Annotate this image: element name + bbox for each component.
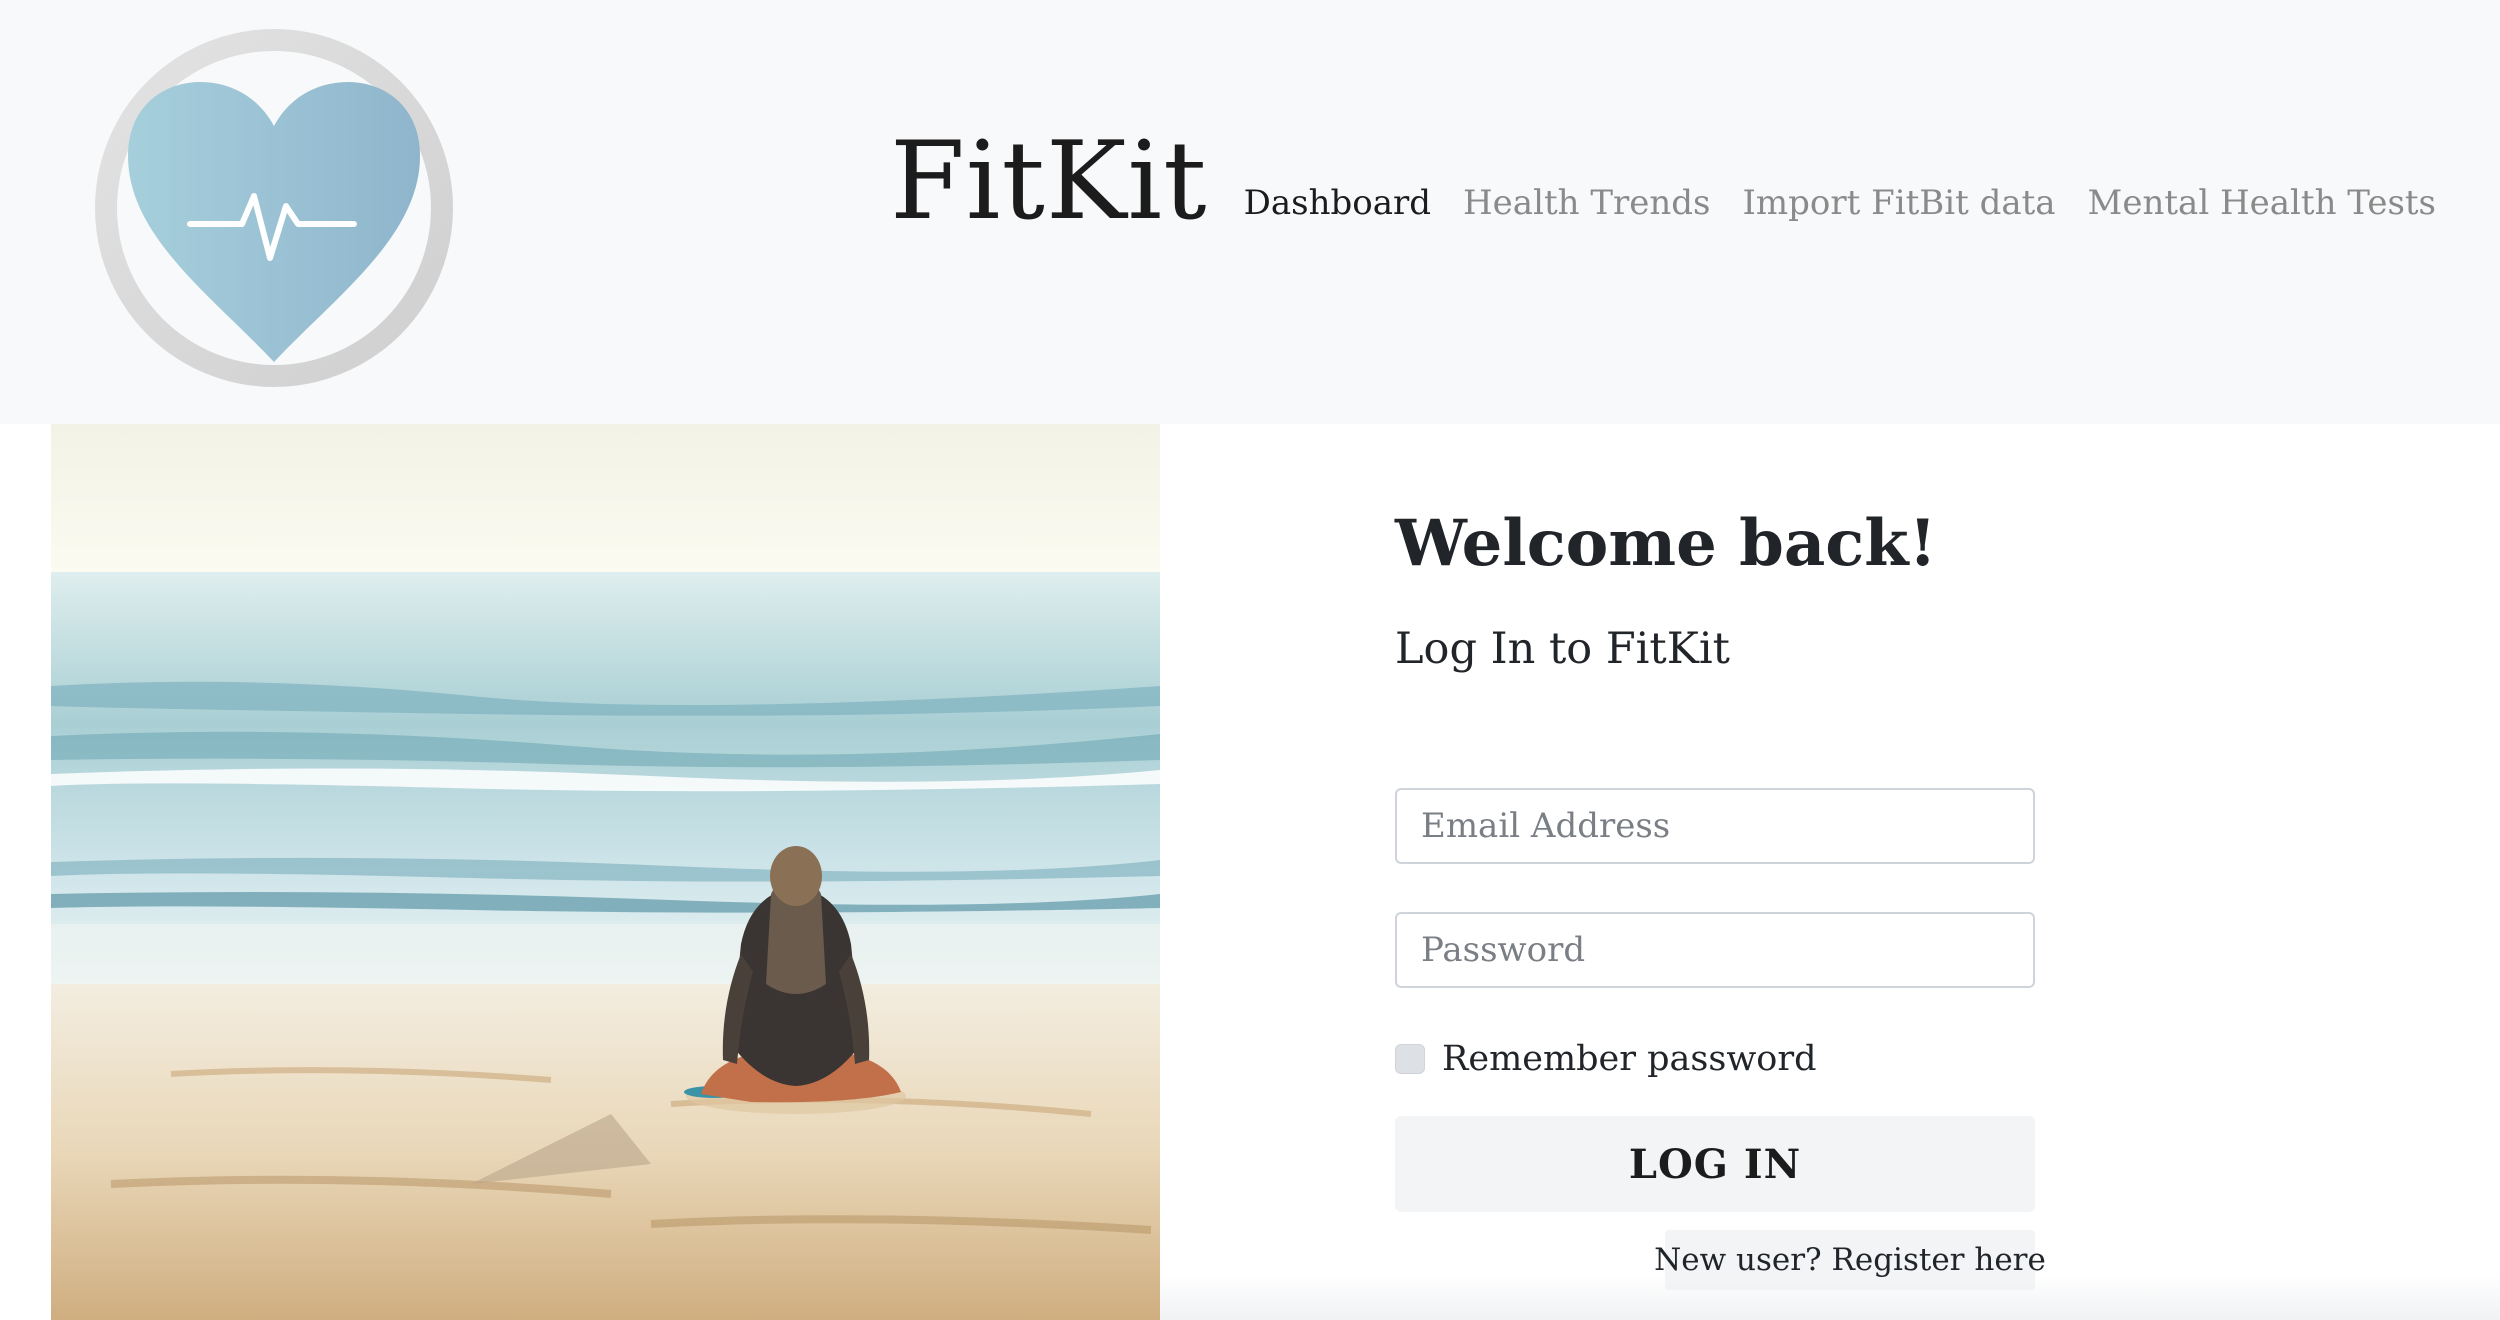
hero-photo (51, 424, 1160, 1320)
nav-dashboard[interactable]: Dashboard (1244, 183, 1431, 223)
login-button[interactable]: LOG IN (1395, 1116, 2035, 1212)
bottom-fade (1160, 1275, 2500, 1320)
email-field[interactable] (1395, 788, 2035, 864)
nav-health-trends[interactable]: Health Trends (1463, 183, 1710, 223)
site-header: FitKit Dashboard Health Trends Import Fi… (0, 0, 2500, 424)
login-subtitle: Log In to FitKit (1395, 624, 1730, 674)
remember-password-row[interactable]: Remember password (1395, 1039, 1817, 1079)
beach-meditation-photo (51, 424, 1160, 1320)
main-nav: Dashboard Health Trends Import FitBit da… (1244, 183, 2436, 223)
login-panel: Welcome back! Log In to FitKit Remember … (1395, 424, 2395, 1320)
remember-password-checkbox[interactable] (1395, 1044, 1425, 1074)
welcome-heading: Welcome back! (1395, 506, 1937, 581)
heart-pulse-logo-icon[interactable] (92, 26, 456, 390)
nav-mental-health-tests[interactable]: Mental Health Tests (2088, 183, 2436, 223)
nav-import-fitbit[interactable]: Import FitBit data (1742, 183, 2055, 223)
remember-password-label: Remember password (1442, 1039, 1817, 1079)
brand-title[interactable]: FitKit (890, 128, 1208, 236)
password-field[interactable] (1395, 912, 2035, 988)
